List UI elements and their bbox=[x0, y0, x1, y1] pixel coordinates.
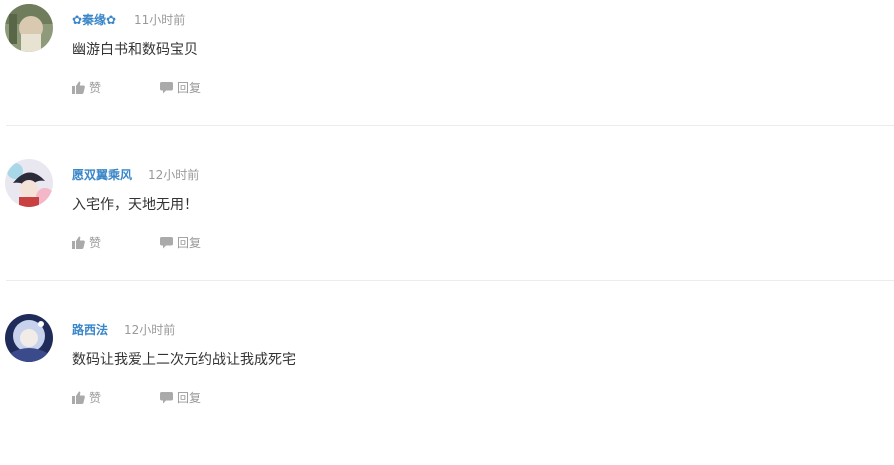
like-button[interactable]: 赞 bbox=[72, 233, 101, 251]
reply-button[interactable]: 回复 bbox=[160, 388, 201, 406]
comment-text: 数码让我爱上二次元约战让我成死宅 bbox=[72, 352, 296, 368]
comment-text: 幽游白书和数码宝贝 bbox=[72, 42, 198, 58]
comment-item: 愿双翼乘风 12小时前 入宅作，天地无用！ 赞 回复 bbox=[0, 155, 894, 310]
reply-label: 回复 bbox=[177, 390, 202, 405]
timestamp: 11小时前 bbox=[134, 13, 186, 27]
speech-bubble-icon bbox=[160, 236, 173, 249]
thumbs-up-icon bbox=[72, 81, 85, 94]
avatar[interactable] bbox=[5, 4, 53, 52]
avatar[interactable] bbox=[5, 314, 53, 362]
divider bbox=[6, 280, 894, 281]
username[interactable]: ✿秦缘✿ bbox=[72, 12, 116, 28]
like-button[interactable]: 赞 bbox=[72, 388, 101, 406]
timestamp: 12小时前 bbox=[124, 323, 176, 337]
like-label: 赞 bbox=[89, 80, 102, 95]
reply-label: 回复 bbox=[177, 80, 202, 95]
like-button[interactable]: 赞 bbox=[72, 78, 101, 96]
username[interactable]: 愿双翼乘风 bbox=[72, 167, 132, 183]
speech-bubble-icon bbox=[160, 391, 173, 404]
timestamp: 12小时前 bbox=[148, 168, 200, 182]
like-label: 赞 bbox=[89, 390, 102, 405]
thumbs-up-icon bbox=[72, 391, 85, 404]
like-label: 赞 bbox=[89, 235, 102, 250]
username[interactable]: 路西法 bbox=[72, 322, 108, 338]
comment-item: ✿秦缘✿ 11小时前 幽游白书和数码宝贝 赞 回复 bbox=[0, 0, 894, 155]
divider bbox=[6, 125, 894, 126]
thumbs-up-icon bbox=[72, 236, 85, 249]
reply-button[interactable]: 回复 bbox=[160, 78, 201, 96]
comment-text: 入宅作，天地无用！ bbox=[72, 197, 198, 213]
comment-item: 路西法 12小时前 数码让我爱上二次元约战让我成死宅 赞 回复 bbox=[0, 310, 894, 465]
speech-bubble-icon bbox=[160, 81, 173, 94]
avatar[interactable] bbox=[5, 159, 53, 207]
reply-label: 回复 bbox=[177, 235, 202, 250]
reply-button[interactable]: 回复 bbox=[160, 233, 201, 251]
